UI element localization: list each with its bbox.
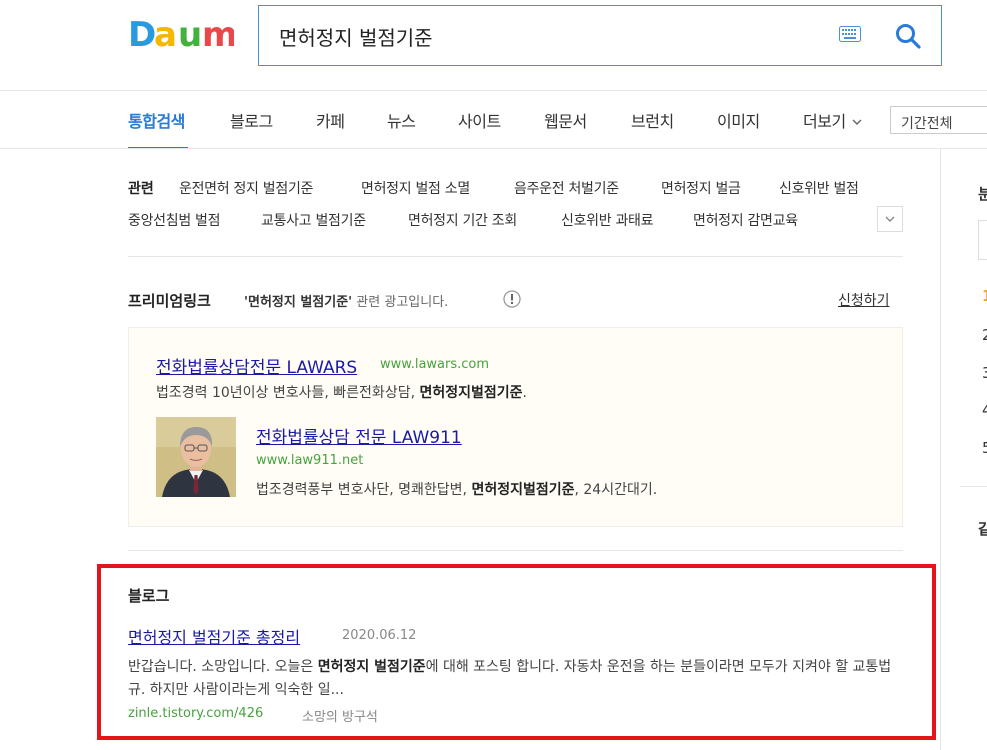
related-link[interactable]: 신호위반 과태료 bbox=[561, 210, 654, 230]
blog-post-url[interactable]: zinle.tistory.com/426 bbox=[128, 706, 263, 721]
lawyer-photo[interactable] bbox=[156, 417, 236, 497]
search-input[interactable] bbox=[279, 22, 819, 50]
premium-ad-box: 전화법률상담전문 LAWARS www.lawars.com 법조경력 10년이… bbox=[128, 327, 903, 527]
blog-snippet-text: 반갑습니다. 소망입니다. 오늘은 bbox=[128, 659, 318, 675]
tab-news[interactable]: 뉴스 bbox=[387, 108, 416, 132]
blog-post-title-link[interactable]: 면허정지 벌점기준 총정리 bbox=[128, 624, 300, 648]
blog-url-prefix: zinle. bbox=[128, 706, 163, 721]
daum-logo-mark: D a u m bbox=[128, 15, 237, 55]
related-link[interactable]: 면허정지 기간 조회 bbox=[408, 210, 517, 230]
right-column-box bbox=[978, 220, 987, 260]
related-link[interactable]: 운전면허 정지 벌점기준 bbox=[179, 178, 313, 198]
ad-title-link[interactable]: 전화법률상담전문 LAWARS bbox=[156, 353, 357, 378]
blog-post-date: 2020.06.12 bbox=[342, 628, 417, 643]
chevron-down-icon bbox=[885, 216, 895, 222]
ad-desc-keyword: 면허정지벌점기준 bbox=[419, 385, 523, 401]
rank-2[interactable]: 2 bbox=[982, 326, 987, 344]
ad-description: 법조경력풍부 변호사단, 명쾌한답변, 면허정지벌점기준, 24시간대기. bbox=[256, 479, 657, 499]
blog-section-title: 블로그 bbox=[128, 587, 170, 605]
logo-letter-d: D bbox=[128, 16, 156, 52]
right-column-heading: 분 bbox=[978, 185, 987, 203]
premium-link-title: 프리미엄링크 bbox=[128, 292, 211, 310]
tab-cafe[interactable]: 카페 bbox=[316, 108, 345, 132]
related-link[interactable]: 면허정지 감면교육 bbox=[693, 210, 798, 230]
premium-keyword: '면허정지 벌점기준' bbox=[244, 295, 353, 310]
premium-desc-suffix: 관련 광고입니다. bbox=[352, 295, 449, 310]
ad-url[interactable]: www.law911.net bbox=[256, 453, 363, 468]
search-box bbox=[258, 5, 942, 66]
logo-letter-a: a bbox=[154, 16, 177, 52]
right-column-divider bbox=[940, 149, 941, 750]
blog-post-snippet: 반갑습니다. 소망입니다. 오늘은 면허정지 벌점기준에 대해 포스팅 합니다.… bbox=[128, 656, 908, 702]
logo-letter-m: m bbox=[202, 16, 234, 52]
ad-desc-text: 법조경력 10년이상 변호사들, 빠른전화상담, bbox=[156, 385, 420, 401]
related-link[interactable]: 음주운전 처벌기준 bbox=[514, 178, 619, 198]
rank-5[interactable]: 5 bbox=[982, 439, 987, 457]
ad-desc-text: 법조경력풍부 변호사단, 명쾌한답변, bbox=[256, 482, 472, 498]
tab-image[interactable]: 이미지 bbox=[717, 108, 760, 132]
period-select[interactable]: 기간전체 bbox=[890, 106, 987, 134]
ad-desc-text: . bbox=[522, 385, 527, 401]
logo-letter-u: u bbox=[178, 16, 202, 52]
daum-logo[interactable]: D a u m bbox=[128, 15, 237, 55]
blog-url-path: /426 bbox=[234, 706, 264, 721]
tab-webdoc[interactable]: 웹문서 bbox=[544, 108, 587, 132]
tab-brunch[interactable]: 브런치 bbox=[631, 108, 674, 132]
related-link[interactable]: 교통사고 벌점기준 bbox=[261, 210, 366, 230]
related-title: 관련 bbox=[128, 181, 154, 197]
right-column-separator bbox=[960, 486, 987, 487]
ad-desc-keyword: 면허정지벌점기준 bbox=[471, 482, 575, 498]
tab-blog[interactable]: 블로그 bbox=[230, 108, 273, 132]
related-link[interactable]: 중앙선침범 벌점 bbox=[128, 210, 221, 230]
ad-description: 법조경력 10년이상 변호사들, 빠른전화상담, 면허정지벌점기준. bbox=[156, 382, 527, 402]
tab-site[interactable]: 사이트 bbox=[458, 108, 501, 132]
related-link[interactable]: 면허정지 벌점 소멸 bbox=[361, 178, 470, 198]
tab-integrated[interactable]: 통합검색 bbox=[128, 108, 185, 132]
blog-name-link[interactable]: 소망의 방구석 bbox=[302, 706, 378, 725]
right-column-heading-2: 같 bbox=[978, 520, 987, 538]
tab-more[interactable]: 더보기 bbox=[803, 108, 862, 132]
lawyer-portrait-image bbox=[156, 417, 236, 497]
tab-more-label: 더보기 bbox=[803, 112, 846, 131]
ad-title-link[interactable]: 전화법률상담 전문 LAW911 bbox=[256, 423, 462, 448]
info-icon[interactable] bbox=[503, 290, 521, 308]
section-divider bbox=[128, 256, 903, 257]
keyboard-icon[interactable] bbox=[839, 26, 861, 42]
related-expand-button[interactable] bbox=[877, 206, 903, 232]
blog-url-domain: tistory.com bbox=[162, 706, 235, 721]
nav-bottom-divider bbox=[0, 148, 987, 149]
search-tabs: 통합검색 블로그 카페 뉴스 사이트 웹문서 브런치 이미지 더보기 bbox=[0, 91, 987, 149]
rank-1[interactable]: 1 bbox=[982, 287, 987, 305]
ad-url[interactable]: www.lawars.com bbox=[380, 357, 489, 372]
ad-desc-text: , 24시간대기. bbox=[574, 482, 658, 498]
apply-ad-link[interactable]: 신청하기 bbox=[838, 290, 890, 310]
rank-4[interactable]: 4 bbox=[982, 401, 987, 419]
blog-snippet-keyword: 면허정지 벌점기준 bbox=[317, 659, 426, 675]
related-link[interactable]: 신호위반 벌점 bbox=[779, 178, 859, 198]
related-link[interactable]: 면허정지 벌금 bbox=[661, 178, 741, 198]
rank-3[interactable]: 3 bbox=[982, 364, 987, 382]
premium-link-desc: '면허정지 벌점기준' 관련 광고입니다. bbox=[244, 291, 448, 310]
section-divider bbox=[128, 550, 903, 551]
chevron-down-icon bbox=[852, 119, 862, 125]
search-icon[interactable] bbox=[895, 23, 921, 49]
